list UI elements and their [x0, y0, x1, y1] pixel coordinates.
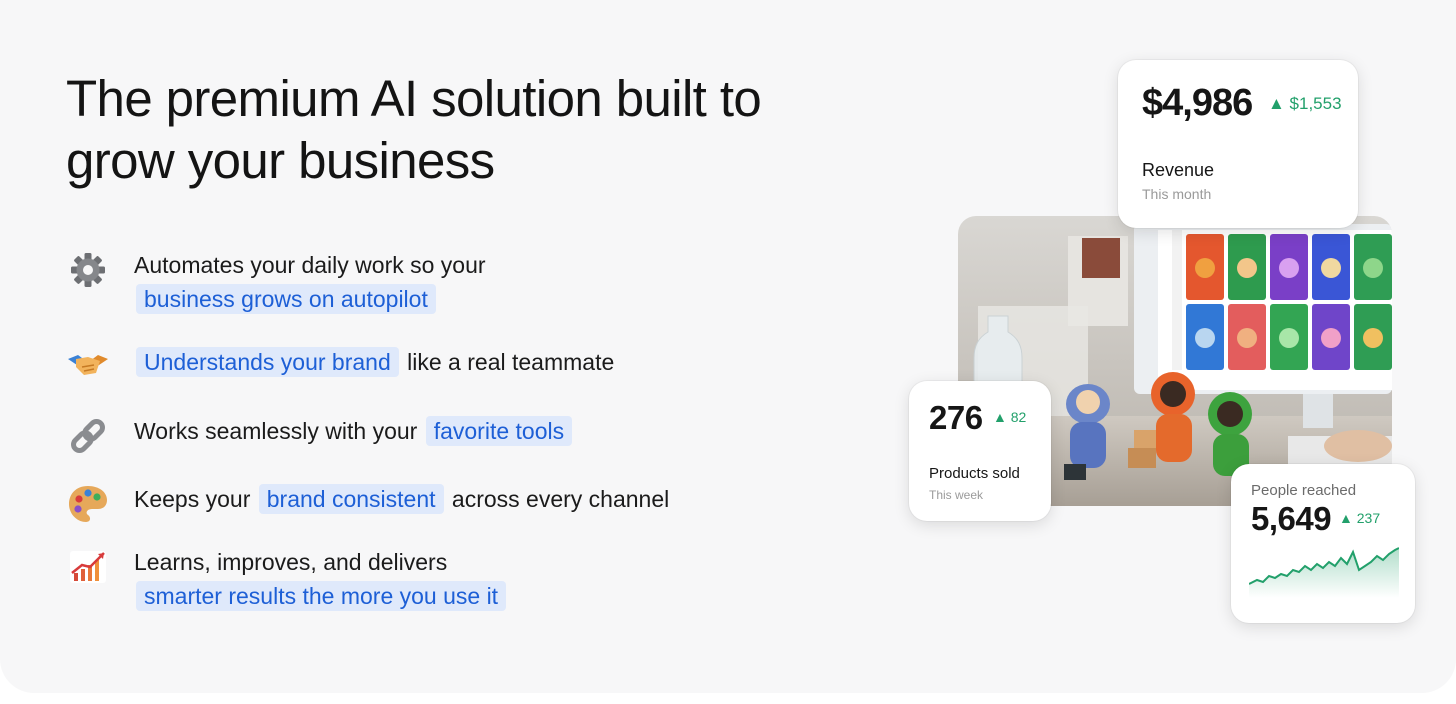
people-value: 5,649: [1251, 500, 1332, 537]
products-label: Products sold: [929, 465, 1020, 482]
feature-text: across every channel: [451, 486, 670, 512]
link-icon: [66, 414, 110, 458]
gear-icon: [66, 248, 110, 292]
revenue-label: Revenue: [1142, 160, 1215, 180]
products-period: This week: [929, 488, 984, 502]
people-reached-card: People reached 5,649 ▲ 237: [1231, 464, 1415, 623]
people-delta: ▲ 237: [1339, 510, 1381, 526]
feature-highlight: brand consistent: [258, 484, 444, 514]
page-title: The premium AI solution built to grow yo…: [66, 68, 826, 192]
title-line-2: grow your business: [66, 132, 495, 189]
feature-highlight: favorite tools: [425, 416, 573, 446]
products-sold-card: 276 ▲ 82 Products sold This week: [909, 381, 1051, 521]
people-label: People reached: [1251, 482, 1357, 499]
feature-highlight: business grows on autopilot: [136, 284, 436, 314]
revenue-delta: ▲ $1,553: [1268, 94, 1342, 113]
feature-text: Keeps your: [134, 486, 251, 512]
handshake-icon: [66, 345, 110, 389]
revenue-card: $4,986 ▲ $1,553 Revenue This month: [1118, 60, 1358, 228]
products-delta: ▲ 82: [993, 409, 1027, 425]
products-value: 276: [929, 399, 983, 436]
feature-highlight: smarter results the more you use it: [136, 581, 507, 611]
feature-text: like a real teammate: [407, 349, 615, 375]
feature-text: Learns, improves, and delivers: [134, 549, 448, 575]
palette-icon: [66, 482, 110, 526]
feature-text: Works seamlessly with your: [134, 418, 418, 444]
revenue-period: This month: [1142, 186, 1212, 202]
chart-increasing-icon: [66, 545, 110, 589]
sparkline-chart: [1249, 547, 1399, 598]
title-line-1: The premium AI solution built to: [66, 70, 762, 127]
feature-text: Automates your daily work so your: [134, 252, 486, 278]
feature-highlight: Understands your brand: [136, 347, 399, 377]
revenue-value: $4,986: [1142, 82, 1253, 124]
